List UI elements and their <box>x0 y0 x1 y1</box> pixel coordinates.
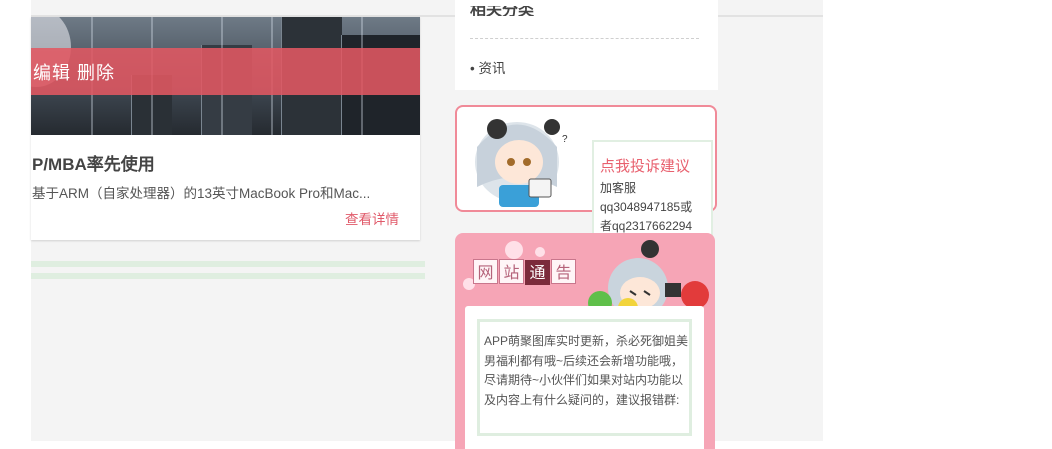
notice-title-char: 通 <box>525 260 550 285</box>
section-divider <box>31 261 425 267</box>
article-title[interactable]: P/MBA率先使用 <box>32 150 155 175</box>
svg-text:?: ? <box>562 134 568 145</box>
notice-text: APP萌聚图库实时更新，杀必死御姐美男福利都有哦~后续还会新增功能哦，尽请期待~… <box>484 334 689 407</box>
notice-title-char: 网 <box>473 259 498 284</box>
dashed-divider <box>470 38 699 39</box>
site-notice-panel: 网站通告 APP萌聚图库实时更新，杀必死御姐美男福利都有哦~后续还会新增功能哦，… <box>455 233 715 449</box>
notice-card: APP萌聚图库实时更新，杀必死御姐美男福利都有哦~后续还会新增功能哦，尽请期待~… <box>465 306 704 449</box>
notice-title: 网站通告 <box>473 259 577 285</box>
complaint-popup: 点我投诉建议 加客服 qq3048947185或 者qq2317662294 <box>592 140 713 236</box>
article-thumbnail[interactable]: 编辑 删除 <box>31 17 420 135</box>
related-title: 相关分类 <box>470 6 535 16</box>
notice-title-char: 站 <box>499 259 524 284</box>
anime-character-image: ? <box>475 119 568 207</box>
article-card[interactable]: 编辑 删除 P/MBA率先使用 基于ARM（自家处理器）的13英寸MacBook… <box>31 17 420 240</box>
edit-delete-actions[interactable]: 编辑 删除 <box>33 59 115 85</box>
related-categories-panel: 相关分类 • 资讯 <box>455 0 718 90</box>
complaint-link[interactable]: 点我投诉建议 <box>600 155 690 176</box>
support-qq-1: qq3048947185或 <box>600 200 693 214</box>
section-divider <box>31 273 425 279</box>
notice-inner-box: APP萌聚图库实时更新，杀必死御姐美男福利都有哦~后续还会新增功能哦，尽请期待~… <box>477 319 692 436</box>
view-details-link[interactable]: 查看详情 <box>345 208 399 228</box>
support-text: 加客服 <box>600 181 637 195</box>
admin-actions-overlay: 编辑 删除 <box>31 48 420 95</box>
anime-character-image <box>588 240 709 317</box>
support-qq-2: 者qq2317662294 <box>600 219 693 233</box>
category-link-news[interactable]: • 资讯 <box>470 57 505 77</box>
notice-title-char: 告 <box>551 259 576 284</box>
article-description: 基于ARM（自家处理器）的13英寸MacBook Pro和Mac... <box>32 186 371 201</box>
